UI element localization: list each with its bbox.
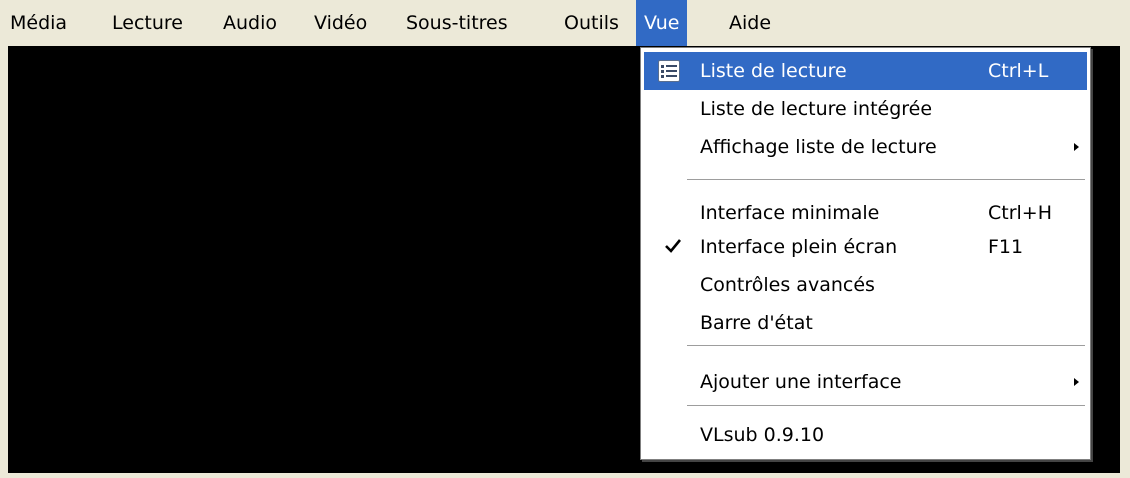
menu-entry-label: Liste de lecture intégrée	[700, 98, 933, 120]
vue-dropdown-menu: Liste de lecture Ctrl+L Liste de lecture…	[640, 47, 1091, 460]
menu-entry-shortcut: Ctrl+H	[988, 202, 1053, 224]
menu-entry-liste-de-lecture-integree[interactable]: Liste de lecture intégrée	[644, 90, 1087, 128]
menu-entry-shortcut: Ctrl+L	[988, 60, 1049, 82]
menu-sous-titres[interactable]: Sous-titres	[398, 0, 516, 46]
submenu-arrow-icon	[1074, 143, 1079, 151]
menu-outils[interactable]: Outils	[556, 0, 627, 46]
menu-entry-liste-de-lecture[interactable]: Liste de lecture Ctrl+L	[644, 52, 1087, 90]
menu-entry-label: Barre d'état	[700, 312, 813, 334]
menu-entry-vlsub[interactable]: VLsub 0.9.10	[644, 416, 1087, 454]
menu-separator	[687, 345, 1085, 347]
menu-separator	[687, 179, 1085, 181]
menu-entry-label: VLsub 0.9.10	[700, 424, 825, 446]
menu-entry-affichage-liste-de-lecture[interactable]: Affichage liste de lecture	[644, 128, 1087, 166]
window-border-left	[0, 46, 8, 478]
menu-entry-label: Interface plein écran	[700, 236, 898, 258]
menu-vue[interactable]: Vue	[636, 0, 688, 46]
menu-entry-interface-plein-ecran[interactable]: Interface plein écran F11	[644, 228, 1087, 266]
app-window: Média Lecture Audio Vidéo Sous-titres Ou…	[0, 0, 1130, 478]
menu-audio[interactable]: Audio	[215, 0, 285, 46]
playlist-icon	[658, 60, 680, 82]
menu-entry-label: Ajouter une interface	[700, 371, 902, 393]
menu-separator	[687, 405, 1085, 407]
checkmark-icon	[665, 239, 682, 253]
menu-entry-label: Contrôles avancés	[700, 274, 875, 296]
window-border-bottom	[0, 473, 1130, 478]
menu-entry-interface-minimale[interactable]: Interface minimale Ctrl+H	[644, 194, 1087, 232]
menu-lecture[interactable]: Lecture	[104, 0, 191, 46]
menubar: Média Lecture Audio Vidéo Sous-titres Ou…	[0, 0, 1130, 46]
menu-aide[interactable]: Aide	[721, 0, 779, 46]
menu-entry-label: Interface minimale	[700, 202, 880, 224]
submenu-arrow-icon	[1074, 378, 1079, 386]
menu-entry-label: Affichage liste de lecture	[700, 136, 937, 158]
menu-entry-barre-d-etat[interactable]: Barre d'état	[644, 304, 1087, 342]
menu-media[interactable]: Média	[2, 0, 75, 46]
menu-entry-ajouter-une-interface[interactable]: Ajouter une interface	[644, 363, 1087, 401]
menu-entry-shortcut: F11	[988, 236, 1024, 258]
menu-entry-label: Liste de lecture	[700, 60, 847, 82]
menu-video[interactable]: Vidéo	[306, 0, 375, 46]
menu-entry-controles-avances[interactable]: Contrôles avancés	[644, 266, 1087, 304]
